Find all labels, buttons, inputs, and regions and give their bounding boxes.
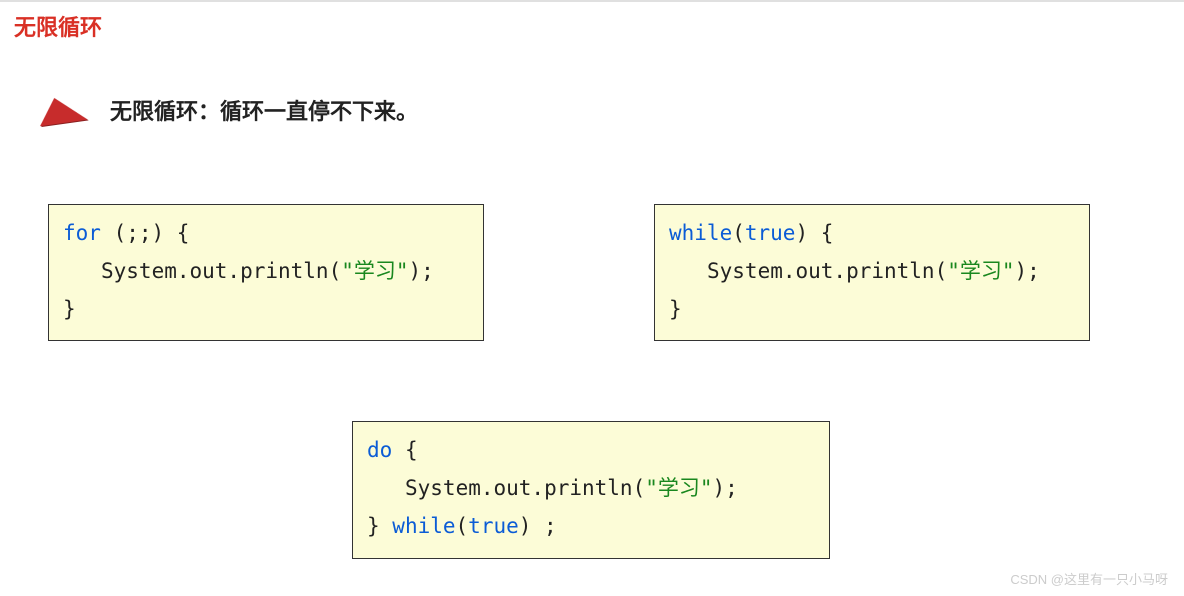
code-line: do { [367,432,813,470]
keyword-do: do [367,438,392,462]
code-text: { [392,438,417,462]
subtitle-row: 无限循环：循环一直停不下来。 [38,94,1184,126]
keyword-while: while [669,221,732,245]
code-text: ( [732,221,745,245]
string-literal: "学习" [947,259,1014,283]
code-line: } [63,291,467,329]
code-box-do-while: do { System.out.println("学习"); } while(t… [352,421,830,558]
code-line: while(true) { [669,215,1073,253]
code-line: System.out.println("学习"); [367,470,813,508]
subtitle-text: 无限循环：循环一直停不下来。 [110,94,418,126]
code-text: ( [456,514,469,538]
code-line: } [669,291,1073,329]
code-text: System.out.println( [707,259,947,283]
keyword-while: while [392,514,455,538]
string-literal: "学习" [645,476,712,500]
keyword-for: for [63,221,101,245]
code-text: (;;) { [101,221,190,245]
triangle-icon [36,94,87,126]
page-title: 无限循环 [0,2,1184,42]
code-line: for (;;) { [63,215,467,253]
code-line: System.out.println("学习"); [63,253,467,291]
keyword-true: true [745,221,796,245]
code-line: System.out.println("学习"); [669,253,1073,291]
code-text: ); [713,476,738,500]
code-text: } [63,297,76,321]
code-text: } [669,297,682,321]
code-box-for: for (;;) { System.out.println("学习"); } [48,204,484,341]
string-literal: "学习" [341,259,408,283]
code-row-top: for (;;) { System.out.println("学习"); } w… [48,204,1184,341]
code-text: ); [409,259,434,283]
code-text: ); [1015,259,1040,283]
keyword-true: true [468,514,519,538]
code-text: } [367,514,392,538]
code-line: } while(true) ; [367,508,813,546]
code-text: System.out.println( [101,259,341,283]
code-box-while: while(true) { System.out.println("学习"); … [654,204,1090,341]
code-text: System.out.println( [405,476,645,500]
watermark: CSDN @这里有一只小马呀 [1010,569,1168,588]
code-text: ) { [795,221,833,245]
code-text: ) ; [519,514,557,538]
